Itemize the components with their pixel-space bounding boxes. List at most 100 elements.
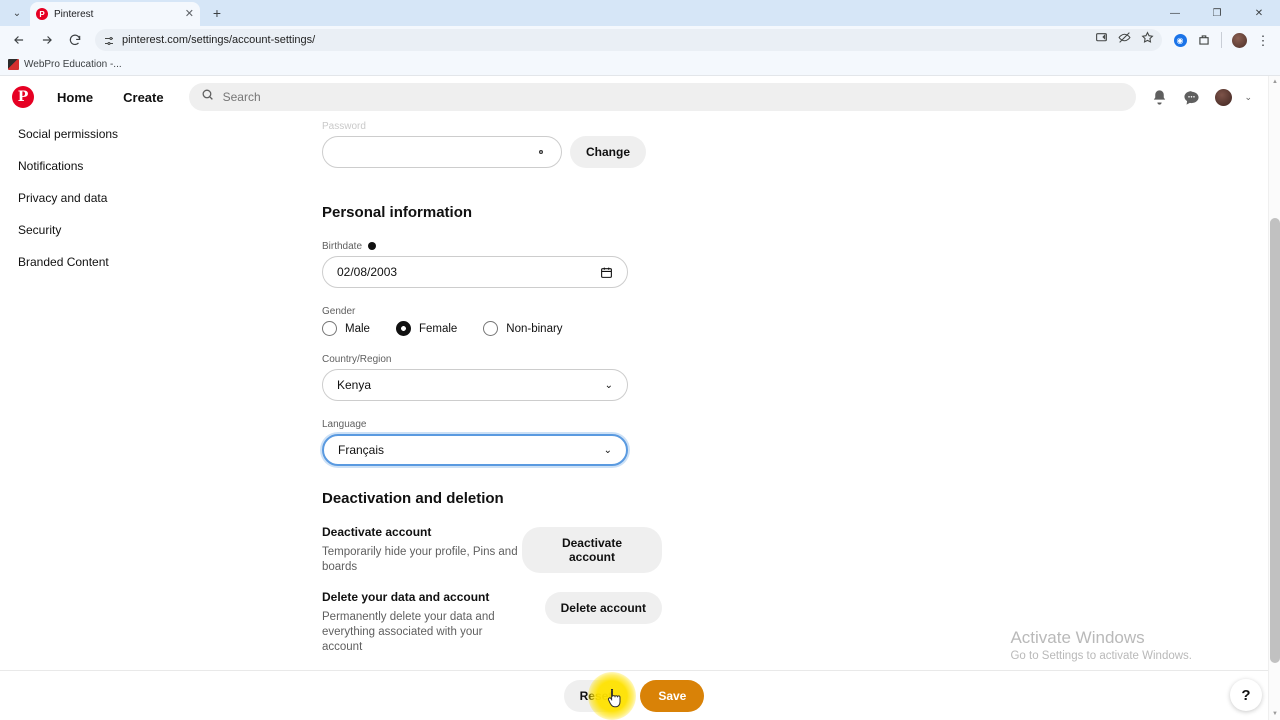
settings-page: Social permissions Notifications Privacy… bbox=[0, 76, 1268, 720]
password-input[interactable] bbox=[322, 136, 562, 168]
deactivate-account-description: Temporarily hide your profile, Pins and … bbox=[322, 546, 518, 573]
password-field-group: Password Change bbox=[322, 121, 662, 168]
gender-option-female[interactable]: Female bbox=[395, 321, 458, 336]
calendar-icon[interactable] bbox=[600, 266, 613, 279]
maximize-icon[interactable]: ❐ bbox=[1196, 0, 1238, 26]
personal-information-title: Personal information bbox=[322, 204, 473, 221]
delete-account-title: Delete your data and account bbox=[322, 590, 490, 605]
toolbar-divider bbox=[1221, 32, 1222, 48]
search-placeholder: Search bbox=[222, 90, 261, 104]
country-value: Kenya bbox=[337, 378, 372, 392]
sidebar-item-notifications[interactable]: Notifications bbox=[0, 150, 300, 182]
search-input[interactable]: Search bbox=[188, 83, 1137, 111]
sidebar-item-security[interactable]: Security bbox=[0, 214, 300, 246]
avatar[interactable] bbox=[1212, 86, 1234, 108]
pinterest-icon: P bbox=[36, 8, 48, 20]
chevron-down-icon[interactable]: ⌄ bbox=[605, 380, 613, 391]
scroll-down-icon[interactable]: ▼ bbox=[1269, 708, 1280, 720]
sidebar-item-privacy-and-data[interactable]: Privacy and data bbox=[0, 182, 300, 214]
sidebar-item-social-permissions[interactable]: Social permissions bbox=[0, 118, 300, 150]
help-button[interactable]: ? bbox=[1230, 679, 1262, 711]
browser-menu-icon[interactable]: ⋮ bbox=[1252, 29, 1274, 51]
password-label: Password bbox=[322, 121, 366, 132]
page-viewport: Social permissions Notifications Privacy… bbox=[0, 76, 1280, 720]
save-button[interactable]: Save bbox=[640, 679, 705, 712]
bookmark-star-icon[interactable] bbox=[1141, 31, 1154, 49]
gender-label-female: Female bbox=[418, 322, 458, 335]
scrollbar-thumb[interactable] bbox=[1270, 218, 1280, 663]
bookmark-favicon-icon bbox=[8, 59, 19, 70]
search-icon bbox=[201, 88, 214, 106]
tab-strip: ⌄ P Pinterest ✕ + — ❐ ✕ bbox=[0, 0, 1280, 26]
country-select[interactable]: Kenya ⌄ bbox=[322, 369, 628, 401]
address-bar[interactable]: pinterest.com/settings/account-settings/ bbox=[95, 29, 1162, 51]
extension-blue-icon[interactable]: ◉ bbox=[1169, 29, 1191, 51]
radio-icon-female[interactable] bbox=[395, 321, 411, 336]
pinterest-logo-icon[interactable]: P bbox=[12, 86, 34, 108]
deactivate-account-title: Deactivate account bbox=[322, 525, 432, 539]
reload-icon[interactable] bbox=[62, 28, 88, 52]
browser-tab[interactable]: P Pinterest ✕ bbox=[30, 2, 200, 26]
chevron-down-icon[interactable]: ⌄ bbox=[604, 445, 612, 456]
tab-search-button[interactable]: ⌄ bbox=[4, 2, 30, 24]
deactivation-title: Deactivation and deletion bbox=[322, 490, 504, 507]
minimize-icon[interactable]: — bbox=[1154, 0, 1196, 26]
pinterest-header: P Home Create Search ⌄ bbox=[0, 76, 1268, 118]
language-label: Language bbox=[322, 419, 367, 430]
country-field-group: Country/Region Kenya ⌄ bbox=[322, 354, 662, 401]
info-icon[interactable] bbox=[367, 242, 376, 250]
window-controls: — ❐ ✕ bbox=[1154, 0, 1280, 26]
language-select[interactable]: Français ⌄ bbox=[322, 434, 628, 466]
chevron-down-icon[interactable]: ⌄ bbox=[1244, 92, 1252, 103]
settings-sidebar: Social permissions Notifications Privacy… bbox=[0, 118, 300, 278]
gender-label-non-binary: Non-binary bbox=[506, 322, 563, 335]
extensions-icon[interactable] bbox=[1193, 29, 1215, 51]
radio-icon-male[interactable] bbox=[322, 321, 337, 336]
birthdate-field-group: Birthdate 02/08/2003 bbox=[322, 241, 662, 288]
forward-arrow-icon[interactable] bbox=[34, 28, 60, 52]
message-icon[interactable] bbox=[1180, 86, 1202, 108]
delete-account-row: Delete your data and account Permanently… bbox=[322, 590, 662, 654]
new-tab-button[interactable]: + bbox=[206, 2, 228, 24]
incognito-eye-icon[interactable] bbox=[1118, 31, 1131, 49]
birthdate-label-text: Birthdate bbox=[322, 241, 363, 252]
nav-create[interactable]: Create bbox=[110, 83, 176, 112]
deactivate-account-row: Deactivate account Temporarily hide your… bbox=[322, 525, 662, 574]
birthdate-input[interactable]: 02/08/2003 bbox=[322, 256, 628, 288]
tab-title: Pinterest bbox=[54, 8, 94, 20]
close-icon[interactable]: ✕ bbox=[185, 8, 194, 20]
profile-avatar[interactable] bbox=[1228, 29, 1250, 51]
delete-account-button[interactable]: Delete account bbox=[544, 592, 662, 625]
cast-icon[interactable] bbox=[1095, 31, 1108, 49]
page-scrollbar[interactable]: ▲ ▼ bbox=[1268, 76, 1280, 720]
back-arrow-icon[interactable] bbox=[6, 28, 32, 52]
settings-form: Password Change Personal information Bir… bbox=[322, 118, 662, 655]
omnibox-actions bbox=[1095, 31, 1154, 49]
reset-button[interactable]: Reset bbox=[563, 679, 629, 712]
change-password-button[interactable]: Change bbox=[570, 136, 647, 168]
deactivate-account-button[interactable]: Deactivate account bbox=[522, 527, 662, 573]
gender-option-male[interactable]: Male bbox=[322, 321, 370, 336]
site-settings-icon[interactable] bbox=[103, 34, 115, 46]
birthdate-value: 02/08/2003 bbox=[337, 265, 398, 279]
gender-option-non-binary[interactable]: Non-binary bbox=[483, 321, 563, 336]
scroll-up-icon[interactable]: ▲ bbox=[1269, 76, 1280, 88]
password-row: Change bbox=[322, 136, 662, 168]
url-text: pinterest.com/settings/account-settings/ bbox=[122, 34, 316, 46]
header-actions: ⌄ bbox=[1148, 86, 1256, 108]
gender-field-group: Gender Male Female Non-binary bbox=[322, 306, 662, 336]
sidebar-item-branded-content[interactable]: Branded Content bbox=[0, 246, 300, 278]
bell-icon[interactable] bbox=[1148, 86, 1170, 108]
delete-account-description: Permanently delete your data and everyth… bbox=[322, 611, 495, 653]
bookmark-item[interactable]: WebPro Education -... bbox=[8, 59, 122, 70]
nav-home[interactable]: Home bbox=[44, 83, 106, 112]
gender-label-male: Male bbox=[345, 322, 370, 335]
browser-toolbar: pinterest.com/settings/account-settings/… bbox=[0, 26, 1280, 54]
language-field-group: Language Français ⌄ bbox=[322, 419, 662, 466]
radio-icon-non-binary[interactable] bbox=[483, 321, 499, 336]
bookmark-label: WebPro Education -... bbox=[24, 59, 122, 70]
country-label: Country/Region bbox=[322, 354, 392, 365]
eye-icon[interactable] bbox=[535, 146, 547, 158]
window-close-icon[interactable]: ✕ bbox=[1238, 0, 1280, 26]
gender-label: Gender bbox=[322, 306, 356, 317]
